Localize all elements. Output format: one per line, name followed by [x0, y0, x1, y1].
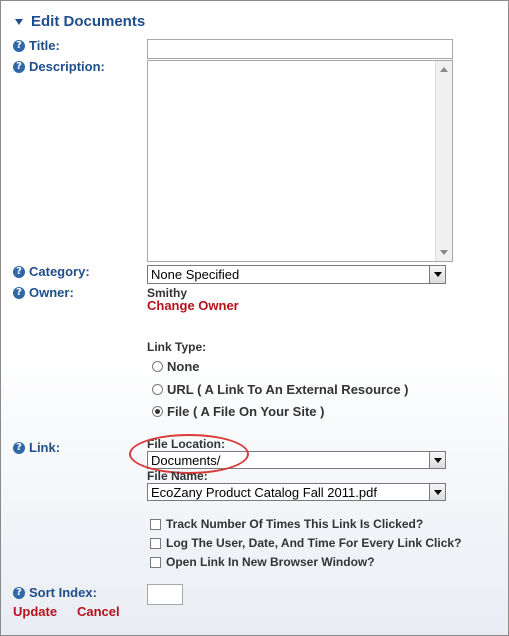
file-name-select[interactable]: EcoZany Product Catalog Fall 2011.pdf [147, 483, 446, 501]
log-clicks-option[interactable]: Log The User, Date, And Time For Every L… [150, 536, 461, 550]
cancel-button[interactable]: Cancel [77, 604, 120, 619]
link-type-label: Link Type: [147, 340, 207, 354]
radio-button[interactable] [152, 361, 163, 372]
link-type-option-url[interactable]: URL ( A Link To An External Resource ) [152, 382, 409, 397]
scroll-down-icon[interactable] [440, 250, 448, 255]
category-label-row: ? Category: [13, 264, 90, 279]
edit-documents-panel: Edit Documents ? Title: ? Description: ?… [0, 0, 509, 636]
help-icon[interactable]: ? [13, 39, 25, 52]
help-icon[interactable]: ? [13, 60, 25, 73]
checkbox-label: Open Link In New Browser Window? [166, 555, 375, 569]
section-header[interactable]: Edit Documents [15, 13, 145, 30]
title-label: Title: [29, 38, 60, 53]
radio-button-selected[interactable] [152, 406, 163, 417]
triangle-down-icon[interactable] [15, 18, 23, 25]
open-new-window-option[interactable]: Open Link In New Browser Window? [150, 555, 375, 569]
owner-label-row: ? Owner: [13, 285, 74, 300]
category-label: Category: [29, 264, 90, 279]
sort-index-input[interactable] [147, 584, 183, 605]
radio-button[interactable] [152, 384, 163, 395]
section-title: Edit Documents [31, 13, 146, 30]
radio-label: File ( A File On Your Site ) [167, 404, 325, 419]
radio-label: URL ( A Link To An External Resource ) [167, 382, 409, 397]
file-location-label: File Location: [147, 437, 225, 451]
checkbox[interactable] [150, 518, 161, 530]
description-textarea[interactable] [147, 60, 453, 262]
link-type-option-none[interactable]: None [152, 359, 200, 374]
change-owner-link[interactable]: Change Owner [147, 298, 239, 313]
scroll-up-icon[interactable] [440, 67, 448, 72]
sort-index-label: Sort Index: [29, 585, 97, 600]
file-location-value: Documents/ [151, 452, 221, 468]
file-name-label: File Name: [147, 469, 208, 483]
help-icon[interactable]: ? [13, 286, 25, 299]
update-button[interactable]: Update [13, 604, 57, 619]
link-label: Link: [29, 440, 61, 455]
checkbox-label: Track Number Of Times This Link Is Click… [166, 517, 424, 531]
file-name-value: EcoZany Product Catalog Fall 2011.pdf [151, 484, 377, 500]
category-select[interactable]: None Specified [147, 265, 446, 284]
checkbox[interactable] [150, 537, 161, 549]
description-scrollbar[interactable] [435, 61, 452, 261]
help-icon[interactable]: ? [13, 441, 25, 454]
chevron-down-icon[interactable] [429, 452, 445, 468]
link-label-row: ? Link: [13, 440, 60, 455]
chevron-down-icon[interactable] [429, 484, 445, 500]
chevron-down-icon[interactable] [429, 266, 445, 283]
help-icon[interactable]: ? [13, 265, 25, 278]
description-label: Description: [29, 59, 105, 74]
category-selected-value: None Specified [151, 267, 240, 282]
title-input[interactable] [147, 39, 453, 59]
checkbox[interactable] [150, 556, 161, 568]
checkbox-label: Log The User, Date, And Time For Every L… [166, 536, 462, 550]
file-location-select[interactable]: Documents/ [147, 451, 446, 469]
title-label-row: ? Title: [13, 38, 60, 53]
owner-label: Owner: [29, 285, 74, 300]
link-type-option-file[interactable]: File ( A File On Your Site ) [152, 404, 324, 419]
description-label-row: ? Description: [13, 59, 105, 74]
sort-index-label-row: ? Sort Index: [13, 585, 97, 600]
help-icon[interactable]: ? [13, 586, 25, 599]
radio-label: None [167, 359, 200, 374]
track-clicks-option[interactable]: Track Number Of Times This Link Is Click… [150, 517, 423, 531]
